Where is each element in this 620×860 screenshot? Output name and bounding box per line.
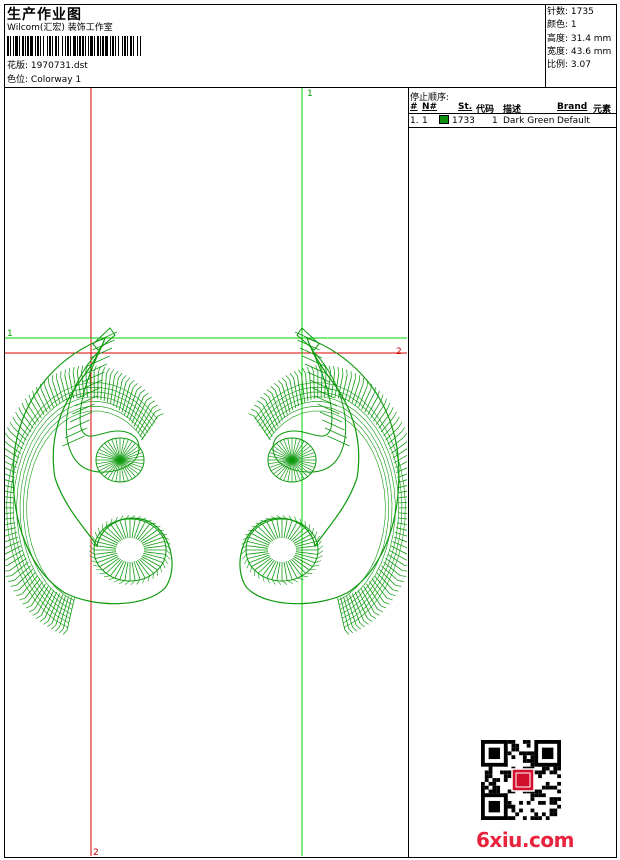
design-width: 宽度: 43.6 mm <box>547 46 612 57</box>
colorway-value: Colorway 1 <box>30 75 82 85</box>
col-code: 代码 <box>476 105 495 115</box>
col-brand: Brand <box>557 102 588 112</box>
panel-divider <box>408 87 409 858</box>
stats-divider <box>545 4 546 88</box>
guide-lines <box>5 88 407 856</box>
guide-label-green-left: 1 <box>7 329 13 339</box>
colorway-label: 色位: <box>7 75 29 85</box>
design-scale: 比例: 3.07 <box>547 60 591 71</box>
row-desc: Dark Green <box>503 116 555 126</box>
barcode-image <box>7 36 141 56</box>
row-no: 1 <box>422 116 428 126</box>
design-stats: 针数: 1735 颜色: 1 高度: 31.4 mm 宽度: 43.6 mm 比… <box>547 6 611 72</box>
guide-label-red-right: 2 <box>396 347 402 357</box>
colorway-info: 色位: Colorway 1 <box>7 75 81 86</box>
col-no: N# <box>422 102 438 112</box>
col-desc: 描述 <box>503 105 522 115</box>
col-st: St. <box>458 102 473 112</box>
page-title: 生产作业图 <box>7 7 82 23</box>
embroidery-design <box>5 327 407 635</box>
row-st: 1733 <box>452 116 475 126</box>
color-count: 颜色: 1 <box>547 20 577 31</box>
qr-code-image <box>481 740 565 820</box>
col-hash: # <box>410 102 418 112</box>
panel-row-divider <box>408 127 617 128</box>
row-code: 1 <box>492 116 498 126</box>
row-hash: 1. <box>410 116 419 126</box>
row-brand: Default <box>557 116 590 126</box>
design-height: 高度: 31.4 mm <box>547 33 612 44</box>
embroidery-canvas: 1 1 2 2 <box>5 88 407 856</box>
studio-name: Wilcom(汇宏) 装饰工作室 <box>7 23 113 33</box>
design-value: 1970731.dst <box>30 61 88 71</box>
watermark-text: 6xiu.com <box>476 828 574 852</box>
design-label: 花版: <box>7 61 29 71</box>
design-info: 花版: 1970731.dst <box>7 61 88 72</box>
guide-label-green-top: 1 <box>307 89 313 99</box>
col-element: 元素 <box>593 105 612 115</box>
color-swatch <box>439 115 449 124</box>
stitch-count: 针数: 1735 <box>547 7 594 17</box>
guide-label-red-bottom: 2 <box>93 848 99 856</box>
